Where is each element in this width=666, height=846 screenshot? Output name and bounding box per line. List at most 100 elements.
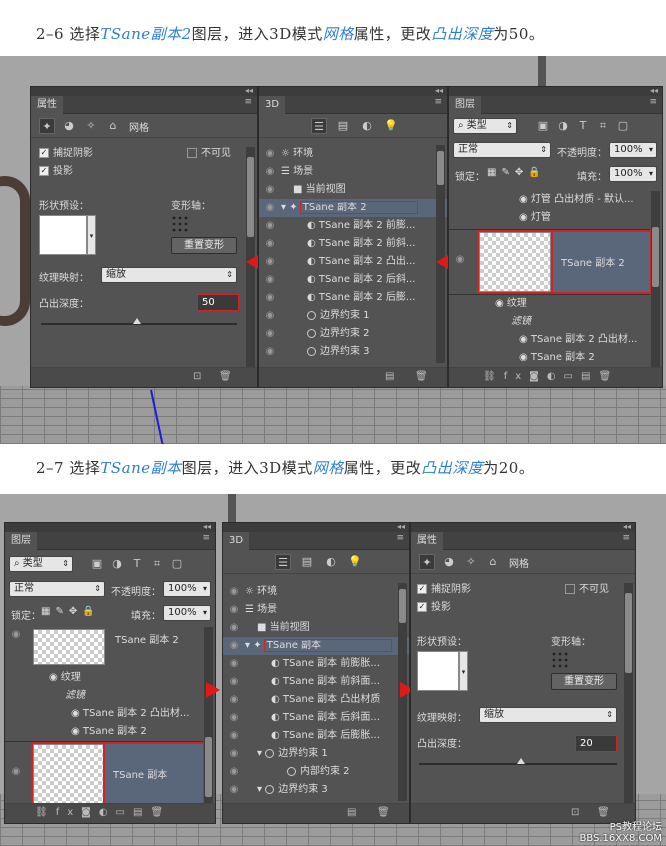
collapse-icon[interactable]: ◂◂ <box>650 86 658 96</box>
coordinates-icon[interactable]: ⌂ <box>105 118 121 134</box>
catch-shadow-checkbox[interactable]: ✓ <box>39 148 49 158</box>
type-filter-icon[interactable]: T <box>575 118 591 134</box>
list-item[interactable]: ◉ TSane 副本 2 凸出材... <box>5 705 215 723</box>
list-item[interactable]: ◉ 内部约束 2 <box>223 763 409 781</box>
scrollbar[interactable] <box>204 627 213 803</box>
list-item[interactable]: ◉ ◐ TSane 副本 2 凸出... <box>259 253 447 271</box>
blend-mode-select[interactable]: 正常 ⇕ <box>9 581 105 597</box>
light-filter-icon[interactable]: 💡 <box>383 118 399 134</box>
shape-preset-arrow[interactable]: ▾ <box>459 651 468 691</box>
list-item[interactable]: ◉ TSane 副本 2 <box>449 349 662 367</box>
layer-bottom-icons[interactable]: ⛓fx◙◐▭▤🗑 <box>35 807 171 818</box>
depth-slider[interactable] <box>419 758 617 765</box>
blend-mode-select[interactable]: 正常 ⇕ <box>453 142 551 158</box>
collapse-icon[interactable]: ◂◂ <box>435 86 443 96</box>
deform-icon[interactable]: ◕ <box>441 554 457 570</box>
texture-map-select[interactable]: 缩放 ⇕ <box>101 267 237 283</box>
fill-field[interactable]: 100% ▾ <box>609 166 657 182</box>
render-icon[interactable]: ⊡ <box>193 371 201 382</box>
shape-filter-icon[interactable]: ⌗ <box>149 556 165 572</box>
scene-filter-icon[interactable]: ☰ <box>311 118 327 134</box>
catch-shadow-checkbox[interactable]: ✓ <box>417 584 427 594</box>
list-item[interactable]: ◉ ■ 当前视图 <box>223 619 409 637</box>
panel-menu-icon[interactable]: ≡ <box>649 97 657 107</box>
shape-preset-arrow[interactable]: ▾ <box>87 215 96 255</box>
layer-row-selected[interactable]: ◉ TSane 副本 <box>5 741 205 806</box>
smart-filter-icon[interactable]: ▢ <box>615 118 631 134</box>
list-item[interactable]: ◉ ◐ TSane 副本 前斜面... <box>223 673 409 691</box>
panel-menu-icon[interactable]: ≡ <box>202 533 210 543</box>
new-object-icon[interactable]: ▤ <box>385 371 394 382</box>
list-item[interactable]: ◉ ☼ 环境 <box>259 145 447 163</box>
material-filter-icon[interactable]: ◐ <box>323 554 339 570</box>
list-item[interactable]: ◉ ■ 当前视图 <box>259 181 447 199</box>
list-item[interactable]: ◉ 边界约束 1 <box>259 307 447 325</box>
delete-icon[interactable]: 🗑 <box>377 807 390 818</box>
collapse-icon[interactable]: ◂◂ <box>203 522 211 532</box>
layer-row[interactable]: ◉ TSane 副本 2 <box>5 627 203 667</box>
list-item[interactable]: ◉ 边界约束 2 <box>259 325 447 343</box>
list-item-selected[interactable]: ◉ ▾ ✦ TSane 副本 <box>223 637 409 655</box>
list-item[interactable]: ◉ ▾ 边界约束 3 <box>223 781 409 799</box>
scrollbar[interactable] <box>651 191 660 367</box>
list-item[interactable]: ◉ ◐ TSane 副本 前膨胀... <box>223 655 409 673</box>
reset-deform-button[interactable]: 重置变形 <box>551 673 617 690</box>
pixel-filter-icon[interactable]: ▣ <box>535 118 551 134</box>
delete-icon[interactable]: 🗑 <box>415 371 428 382</box>
mesh-icon[interactable]: ✦ <box>419 554 435 570</box>
cap-icon[interactable]: ✧ <box>463 554 479 570</box>
list-item[interactable]: ◉ ◐ TSane 副本 后膨胀... <box>223 727 409 745</box>
invisible-checkbox[interactable] <box>565 584 575 594</box>
lock-icons[interactable]: ▦✎✥🔒 <box>487 167 546 178</box>
list-item[interactable]: 滤镜 <box>449 313 662 331</box>
opacity-field[interactable]: 100% ▾ <box>609 142 657 158</box>
pixel-filter-icon[interactable]: ▣ <box>89 556 105 572</box>
extrusion-depth-field[interactable]: 50 <box>197 294 239 311</box>
panel-menu-icon[interactable]: ≡ <box>244 97 252 107</box>
list-item[interactable]: ◉ 灯管 凸出材质 - 默认... <box>449 191 662 209</box>
cap-icon[interactable]: ✧ <box>83 118 99 134</box>
light-filter-icon[interactable]: 💡 <box>347 554 363 570</box>
list-item[interactable]: ◉ ▾ 边界约束 1 <box>223 745 409 763</box>
panel-menu-icon[interactable]: ≡ <box>622 533 630 543</box>
list-item[interactable]: ◉ ☰ 场景 <box>259 163 447 181</box>
list-item-selected[interactable]: ◉ ▾ ✦ TSane 副本 2 <box>259 199 447 217</box>
list-item[interactable]: ◉ ◐ TSane 副本 凸出材质 <box>223 691 409 709</box>
list-item[interactable]: ◉ ◐ TSane 副本 2 后斜... <box>259 271 447 289</box>
invisible-checkbox[interactable] <box>187 148 197 158</box>
delete-icon[interactable]: 🗑 <box>597 807 610 818</box>
list-item[interactable]: ◉ TSane 副本 2 凸出材... <box>449 331 662 349</box>
list-item[interactable]: ◉ ◐ TSane 副本 后斜面... <box>223 709 409 727</box>
coordinates-icon[interactable]: ⌂ <box>485 554 501 570</box>
panel-menu-icon[interactable]: ≡ <box>434 97 442 107</box>
list-item[interactable]: ◉ 边界约束 3 <box>259 343 447 361</box>
collapse-icon[interactable]: ◂◂ <box>245 86 253 96</box>
collapse-icon[interactable]: ◂◂ <box>623 522 631 532</box>
list-item[interactable]: ◉ 灯管 <box>449 209 662 227</box>
layer-kind-select[interactable]: ⌕ 类型 ⇕ <box>453 118 517 134</box>
mesh-filter-icon[interactable]: ▤ <box>335 118 351 134</box>
scene-filter-icon[interactable]: ☰ <box>275 554 291 570</box>
reset-deform-button[interactable]: 重置变形 <box>171 237 237 254</box>
shape-filter-icon[interactable]: ⌗ <box>595 118 611 134</box>
mesh-filter-icon[interactable]: ▤ <box>299 554 315 570</box>
panel-menu-icon[interactable]: ≡ <box>396 533 404 543</box>
collapse-icon[interactable]: ◂◂ <box>397 522 405 532</box>
shape-preset-picker[interactable] <box>417 651 459 691</box>
smart-filter-icon[interactable]: ▢ <box>169 556 185 572</box>
list-item[interactable]: ◉ ☼ 环境 <box>223 583 409 601</box>
list-item[interactable]: ◉ ◐ TSane 副本 2 前膨... <box>259 217 447 235</box>
opacity-field[interactable]: 100% ▾ <box>163 581 211 597</box>
new-object-icon[interactable]: ▤ <box>347 807 356 818</box>
layer-row-selected[interactable]: ◉ TSane 副本 2 <box>449 229 652 295</box>
delete-icon[interactable]: 🗑 <box>219 371 232 382</box>
type-filter-icon[interactable]: T <box>129 556 145 572</box>
render-icon[interactable]: ⊡ <box>571 807 579 818</box>
texture-map-select[interactable]: 缩放 ⇕ <box>479 707 617 723</box>
shape-preset-picker[interactable] <box>39 215 87 255</box>
fill-field[interactable]: 100% ▾ <box>163 605 211 621</box>
tab-layers[interactable]: 图层 <box>5 532 37 550</box>
tab-properties[interactable]: 属性 <box>31 96 63 114</box>
material-filter-icon[interactable]: ◐ <box>359 118 375 134</box>
layer-kind-select[interactable]: ⌕ 类型 ⇕ <box>9 556 73 572</box>
